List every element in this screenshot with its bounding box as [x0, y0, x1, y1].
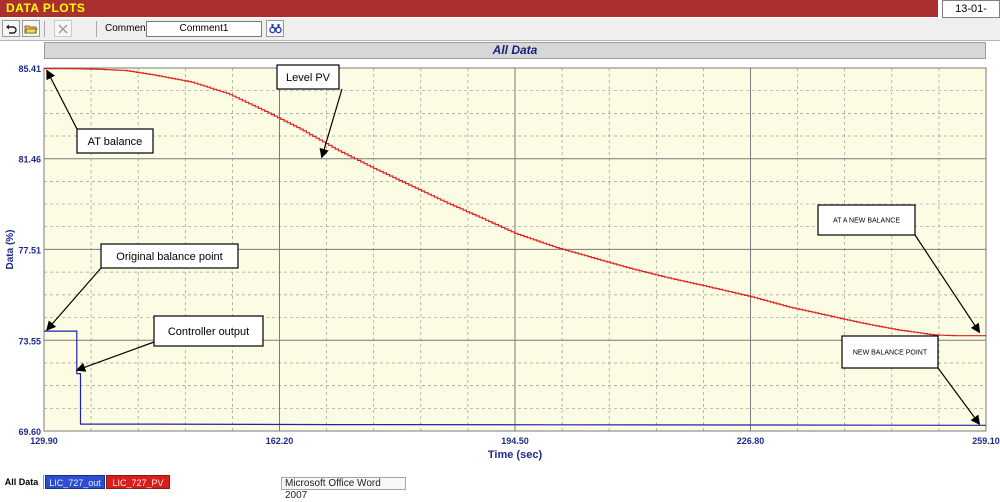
tab-all-data[interactable]: All Data	[0, 475, 44, 489]
annotation-label: Original balance point	[116, 251, 222, 263]
toolbar-separator	[44, 21, 45, 37]
annotation-label: AT A NEW BALANCE	[833, 218, 900, 225]
y-tick-label: 69.60	[18, 427, 41, 437]
y-axis-ticks: 69.60 73.55 77.51 81.46 85.41	[18, 64, 41, 437]
y-axis-label: Data (%)	[5, 229, 16, 269]
y-tick-label: 85.41	[18, 64, 41, 74]
x-tick-label: 162.20	[266, 436, 294, 446]
open-button[interactable]	[22, 20, 40, 37]
open-folder-icon	[24, 25, 38, 34]
tab-lic-727-pv[interactable]: LIC_727_PV	[106, 475, 170, 489]
toolbar: Comment	[0, 18, 1000, 41]
bottom-tab-bar: All Data LIC_727_out LIC_727_PV Microsof…	[0, 474, 1000, 501]
binoculars-icon	[268, 24, 282, 34]
title-bar: DATA PLOTS 13-01-2023	[0, 0, 1000, 31]
undo-icon	[6, 24, 17, 34]
comment-label: Comment	[105, 23, 149, 34]
panel-title: All Data	[44, 42, 986, 59]
x-axis-ticks: 129.90 162.20 194.50 226.80 259.10	[30, 436, 1000, 446]
date-display: 13-01-2023	[942, 0, 1000, 31]
y-tick-label: 73.55	[18, 336, 41, 346]
title-bar-band: DATA PLOTS	[0, 0, 938, 17]
data-plot-chart[interactable]: 129.90 162.20 194.50 226.80 259.10 69.60 73.5…	[0, 60, 1000, 474]
window-title: DATA PLOTS	[6, 1, 86, 15]
undo-button[interactable]	[2, 20, 20, 37]
x-tick-label: 129.90	[30, 436, 58, 446]
x-tick-label: 259.10	[972, 436, 1000, 446]
y-tick-label: 77.51	[18, 245, 41, 255]
x-tick-label: 226.80	[737, 436, 765, 446]
find-button[interactable]	[266, 20, 284, 37]
x-axis-label: Time (sec)	[488, 449, 543, 461]
delete-button[interactable]	[54, 20, 72, 37]
x-tick-label: 194.50	[501, 436, 529, 446]
annotation-label: Level PV	[286, 72, 331, 84]
y-tick-label: 81.46	[18, 155, 41, 165]
taskbar-word-item[interactable]: Microsoft Office Word 2007	[281, 477, 406, 501]
comment-input[interactable]	[146, 21, 262, 37]
annotation-label: AT balance	[88, 136, 143, 148]
toolbar-separator	[96, 21, 97, 37]
close-icon	[58, 24, 68, 34]
tab-lic-727-out[interactable]: LIC_727_out	[45, 475, 105, 489]
annotation-label: Controller output	[168, 326, 249, 338]
annotation-label: NEW BALANCE POINT	[853, 350, 928, 357]
